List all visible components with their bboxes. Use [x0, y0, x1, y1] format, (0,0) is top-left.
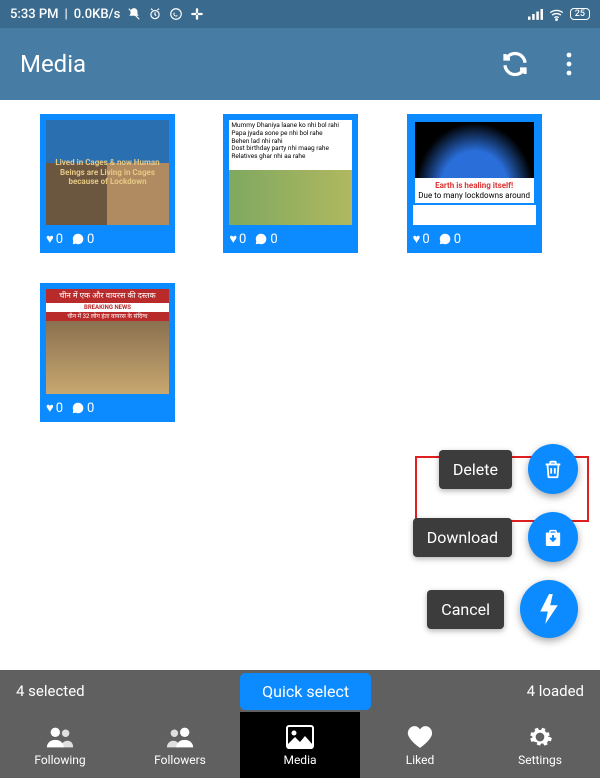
thumb-caption: चीन में एक और वायरस की दस्तक — [46, 289, 169, 303]
comment-count: 0 — [270, 232, 277, 247]
content-area: Lived in Cages & now Human Beings are Li… — [0, 100, 600, 670]
media-stats: ♥0 0 — [46, 394, 169, 416]
heart-icon: ♥ — [46, 400, 54, 416]
media-stats: ♥0 0 — [413, 225, 536, 247]
alarm-icon — [147, 7, 162, 22]
nav-following[interactable]: Following — [0, 712, 120, 778]
heart-icon: ♥ — [413, 231, 421, 247]
thumb-sub: Due to many lockdowns around — [418, 191, 530, 200]
media-grid: Lived in Cages & now Human Beings are Li… — [0, 100, 600, 436]
refresh-button[interactable] — [498, 47, 532, 81]
status-left: 5:33 PM | 0.0KB/s — [10, 7, 204, 22]
media-thumbnail: Lived in Cages & now Human Beings are Li… — [46, 120, 169, 225]
status-right: 25 — [528, 7, 590, 22]
media-thumbnail: चीन में एक और वायरस की दस्तक BREAKING NE… — [46, 289, 169, 394]
like-count: 0 — [422, 232, 429, 247]
comment-icon — [254, 232, 268, 246]
main-fab[interactable] — [520, 580, 578, 638]
liked-icon — [405, 724, 435, 750]
cancel-button[interactable]: Cancel — [427, 590, 504, 629]
comment-count: 0 — [454, 232, 461, 247]
comment-icon — [438, 232, 452, 246]
heart-icon: ♥ — [46, 231, 54, 247]
status-net: 0.0KB/s — [74, 7, 121, 22]
more-button[interactable] — [552, 47, 586, 81]
fab-menu: Delete Download Cancel — [413, 444, 578, 638]
status-sep: | — [65, 7, 68, 22]
comment-count: 0 — [87, 232, 94, 247]
delete-button[interactable]: Delete — [439, 450, 512, 489]
media-icon — [285, 724, 315, 750]
comment-icon — [71, 232, 85, 246]
nav-label: Media — [283, 753, 316, 767]
slack-icon — [189, 7, 204, 22]
media-stats: ♥0 0 — [46, 225, 169, 247]
followers-icon — [165, 724, 195, 750]
media-item[interactable]: Lived in Cages & now Human Beings are Li… — [40, 114, 175, 253]
nav-followers[interactable]: Followers — [120, 712, 240, 778]
battery-icon: 25 — [570, 8, 590, 20]
media-thumbnail: Earth is healing itself!Due to many lock… — [413, 120, 536, 225]
mute-icon — [126, 7, 141, 22]
comment-count: 0 — [87, 401, 94, 416]
heart-icon: ♥ — [229, 231, 237, 247]
nav-settings[interactable]: Settings — [480, 712, 600, 778]
like-count: 0 — [239, 232, 246, 247]
app-bar: Media — [0, 28, 600, 100]
bottom-nav: Following Followers Media Liked Settings — [0, 712, 600, 778]
nav-label: Liked — [406, 753, 434, 767]
wifi-icon — [549, 7, 564, 22]
media-item[interactable]: चीन में एक और वायरस की दस्तक BREAKING NE… — [40, 283, 175, 422]
nav-liked[interactable]: Liked — [360, 712, 480, 778]
thumb-caption: Lived in Cages & now Human Beings are Li… — [50, 156, 165, 189]
comment-icon — [71, 401, 85, 415]
media-stats: ♥0 0 — [229, 225, 352, 247]
media-thumbnail: Mummy Dhaniya laane ko nhi bol rahi Papa… — [229, 120, 352, 225]
loaded-count: 4 loaded — [527, 682, 584, 700]
status-time: 5:33 PM — [10, 7, 59, 22]
thumb-sub: चीन में 32 लोग हंता वायरस के संदिग्ध — [46, 312, 169, 321]
settings-icon — [525, 724, 555, 750]
download-fab[interactable] — [528, 512, 578, 562]
media-item[interactable]: Mummy Dhaniya laane ko nhi bol rahi Papa… — [223, 114, 358, 253]
nav-label: Followers — [154, 753, 206, 767]
selected-count: 4 selected — [16, 682, 85, 700]
like-count: 0 — [56, 232, 63, 247]
nav-label: Settings — [518, 753, 562, 767]
following-icon — [45, 724, 75, 750]
nav-media[interactable]: Media — [240, 712, 360, 778]
whatsapp-icon — [168, 7, 183, 22]
status-bar: 5:33 PM | 0.0KB/s 25 — [0, 0, 600, 28]
delete-fab[interactable] — [528, 444, 578, 494]
app-bar-actions — [498, 47, 586, 81]
page-title: Media — [20, 50, 86, 78]
download-button[interactable]: Download — [413, 518, 512, 557]
selection-bar: 4 selected Quick select 4 loaded — [0, 670, 600, 712]
nav-label: Following — [34, 753, 85, 767]
thumb-caption: Mummy Dhaniya laane ko nhi bol rahi Papa… — [229, 120, 352, 163]
thumb-caption: Earth is healing itself! — [435, 181, 513, 190]
quick-select-button[interactable]: Quick select — [240, 673, 371, 710]
media-item[interactable]: Earth is healing itself!Due to many lock… — [407, 114, 542, 253]
like-count: 0 — [56, 401, 63, 416]
signal-icon — [528, 7, 543, 22]
